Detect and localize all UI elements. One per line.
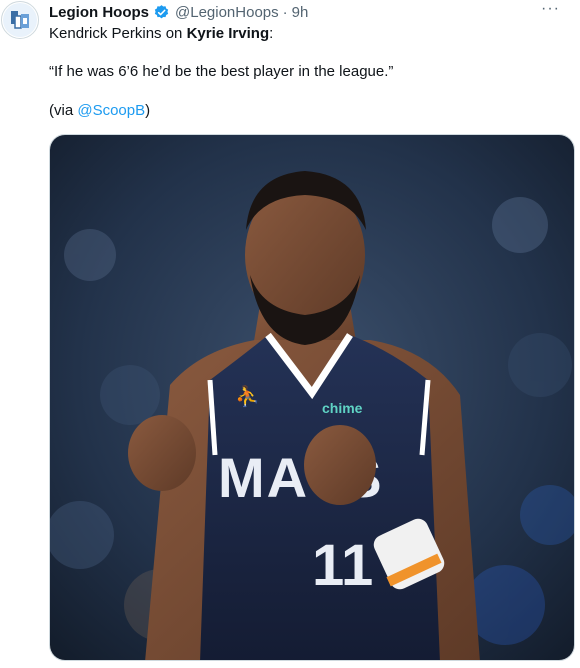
- author-name[interactable]: Legion Hoops: [49, 4, 149, 21]
- header-separator: ·: [282, 3, 288, 21]
- tweet-header: Legion Hoops @LegionHoops · 9h ···: [49, 0, 570, 22]
- line1-subject: Kyrie Irving: [186, 25, 270, 42]
- tweet-media-photo[interactable]: ⛹ chime MAVS 11: [49, 134, 575, 661]
- via-suffix: ): [145, 102, 151, 119]
- legion-hoops-logo-icon: [3, 3, 37, 37]
- mention-link[interactable]: @ScoopB: [77, 102, 145, 119]
- line1-prefix: Kendrick Perkins on: [49, 25, 187, 42]
- tweet-attribution: (via @ScoopB): [49, 102, 150, 119]
- jersey-number: 11: [312, 533, 373, 598]
- svg-text:⛹: ⛹: [235, 384, 260, 408]
- tweet-timestamp[interactable]: 9h: [292, 4, 309, 21]
- player-photo: ⛹ chime MAVS 11: [50, 135, 574, 660]
- line1-suffix: :: [269, 25, 274, 42]
- author-handle[interactable]: @LegionHoops: [175, 4, 279, 21]
- more-dots-icon[interactable]: ···: [541, 0, 560, 18]
- verified-badge-icon: [153, 4, 170, 21]
- tweet-text-line1: Kendrick Perkins on Kyrie Irving:: [49, 25, 273, 42]
- via-prefix: (via: [49, 102, 78, 119]
- author-avatar[interactable]: [1, 1, 39, 39]
- sponsor-patch: chime: [322, 400, 363, 416]
- tweet-quote: “If he was 6’6 he’d be the best player i…: [49, 63, 394, 80]
